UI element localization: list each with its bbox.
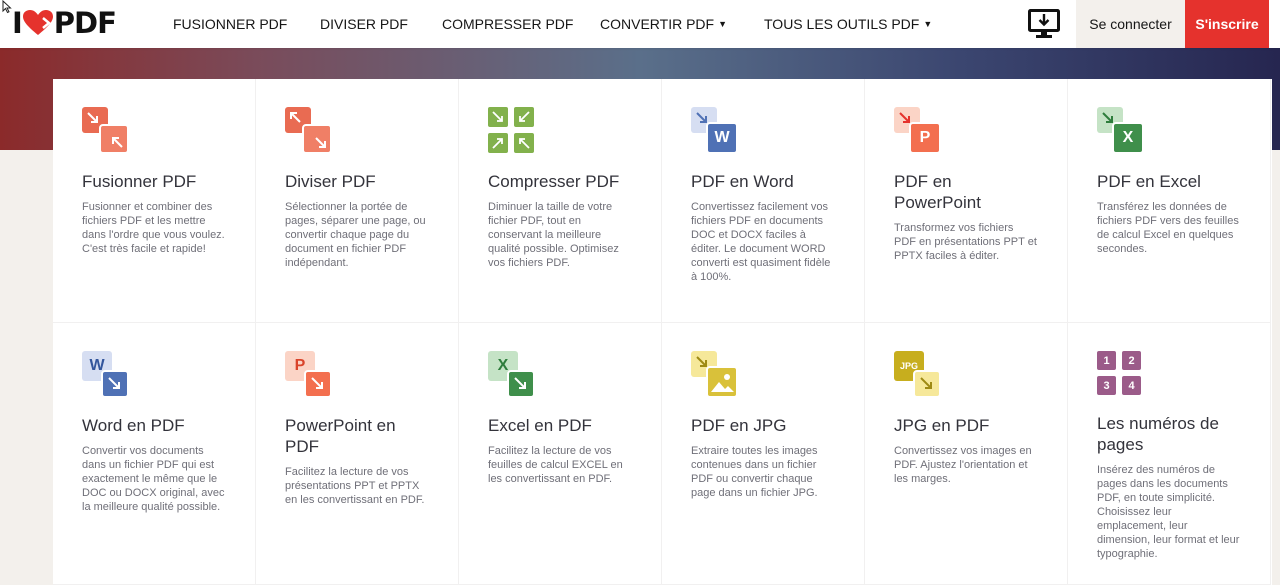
caret-down-icon: ▼ bbox=[923, 19, 933, 29]
logo-word-pdf: PDF bbox=[53, 6, 117, 40]
word-letter: W bbox=[714, 129, 730, 146]
tools-grid: Fusionner PDF Fusionner et combiner des … bbox=[53, 79, 1272, 585]
tool-title: PDF en JPG bbox=[691, 416, 787, 435]
tool-title: Fusionner PDF bbox=[82, 172, 197, 191]
mouse-cursor-icon bbox=[2, 0, 12, 14]
caret-down-icon: ▼ bbox=[718, 19, 728, 29]
nav-split-pdf[interactable]: DIVISER PDF bbox=[320, 0, 408, 48]
jpg-label: JPG bbox=[899, 361, 918, 371]
tool-card-pdf-to-jpg[interactable]: PDF en JPG Extraire toutes les images co… bbox=[662, 323, 865, 585]
tool-description: Sélectionner la portée de pages, séparer… bbox=[285, 201, 426, 269]
tool-title: Les numéros de pages bbox=[1097, 414, 1219, 454]
tool-title: PDF en Word bbox=[691, 172, 794, 191]
tool-title: PDF en PowerPoint bbox=[894, 172, 981, 212]
tool-card-word-to-pdf[interactable]: W Word en PDF Convertir vos documents da… bbox=[53, 323, 256, 585]
tool-card-split-pdf[interactable]: Diviser PDF Sélectionner la portée de pa… bbox=[256, 79, 459, 323]
digit-box: 3 bbox=[1097, 376, 1116, 395]
top-navigation-bar: I PDF FUSIONNER PDF DIVISER PDF COMPRESS… bbox=[0, 0, 1280, 48]
pdf-to-word-icon: W bbox=[691, 107, 738, 154]
jpg-to-pdf-icon: JPG bbox=[894, 351, 941, 398]
heart-icon bbox=[22, 10, 53, 35]
pdf-to-powerpoint-icon: P bbox=[894, 107, 941, 154]
pdf-to-jpg-icon bbox=[691, 351, 738, 398]
digit-box: 2 bbox=[1122, 351, 1141, 370]
tool-card-powerpoint-to-pdf[interactable]: P PowerPoint en PDF Facilitez la lecture… bbox=[256, 323, 459, 585]
split-icon bbox=[285, 107, 332, 154]
excel-letter: X bbox=[1122, 129, 1134, 146]
compress-icon bbox=[488, 107, 534, 153]
digit-box: 4 bbox=[1122, 376, 1141, 395]
nav-compress-pdf[interactable]: COMPRESSER PDF bbox=[442, 0, 573, 48]
ilovepdf-logo[interactable]: I PDF bbox=[12, 6, 117, 40]
nav-all-tools-dropdown[interactable]: TOUS LES OUTILS PDF ▼ bbox=[764, 0, 932, 48]
tool-description: Fusionner et combiner des fichiers PDF e… bbox=[82, 201, 225, 255]
tool-title: PowerPoint en PDF bbox=[285, 416, 396, 456]
tool-card-jpg-to-pdf[interactable]: JPG JPG en PDF Convertissez vos images e… bbox=[865, 323, 1068, 585]
tool-title: Word en PDF bbox=[82, 416, 185, 435]
tool-card-pdf-to-excel[interactable]: X PDF en Excel Transférez les données de… bbox=[1068, 79, 1271, 323]
tool-description: Facilitez la lecture de vos présentation… bbox=[285, 466, 425, 506]
powerpoint-to-pdf-icon: P bbox=[285, 351, 332, 398]
page-numbers-icon: 1 2 3 4 bbox=[1097, 351, 1141, 395]
digit-box: 1 bbox=[1097, 351, 1116, 370]
signup-button[interactable]: S'inscrire bbox=[1185, 0, 1269, 48]
tool-description: Transférez les données de fichiers PDF v… bbox=[1097, 201, 1239, 255]
tool-card-excel-to-pdf[interactable]: X Excel en PDF Facilitez la lecture de v… bbox=[459, 323, 662, 585]
merge-icon bbox=[82, 107, 129, 154]
tool-card-merge-pdf[interactable]: Fusionner PDF Fusionner et combiner des … bbox=[53, 79, 256, 323]
desktop-app-download-icon[interactable] bbox=[1028, 9, 1060, 44]
tool-description: Convertir vos documents dans un fichier … bbox=[82, 445, 225, 513]
tool-card-compress-pdf[interactable]: Compresser PDF Diminuer la taille de vot… bbox=[459, 79, 662, 323]
tool-card-page-numbers[interactable]: 1 2 3 4 Les numéros de pages Insérez des… bbox=[1068, 323, 1271, 585]
nav-convert-pdf-dropdown[interactable]: CONVERTIR PDF ▼ bbox=[600, 0, 727, 48]
pdf-to-excel-icon: X bbox=[1097, 107, 1144, 154]
tool-description: Convertissez facilement vos fichiers PDF… bbox=[691, 201, 831, 283]
tool-title: JPG en PDF bbox=[894, 416, 990, 435]
tool-description: Transformez vos fichiers PDF en présenta… bbox=[894, 222, 1037, 262]
tool-title: Compresser PDF bbox=[488, 172, 620, 191]
powerpoint-letter: P bbox=[294, 357, 306, 374]
tool-description: Facilitez la lecture de vos feuilles de … bbox=[488, 445, 623, 485]
excel-to-pdf-icon: X bbox=[488, 351, 535, 398]
word-to-pdf-icon: W bbox=[82, 351, 129, 398]
tool-title: Excel en PDF bbox=[488, 416, 592, 435]
tool-description: Diminuer la taille de votre fichier PDF,… bbox=[488, 201, 619, 269]
excel-letter: X bbox=[497, 357, 509, 374]
tool-card-pdf-to-powerpoint[interactable]: P PDF en PowerPoint Transformez vos fich… bbox=[865, 79, 1068, 323]
tool-card-pdf-to-word[interactable]: W PDF en Word Convertissez facilement vo… bbox=[662, 79, 865, 323]
word-letter: W bbox=[89, 357, 105, 374]
login-button[interactable]: Se connecter bbox=[1076, 0, 1185, 48]
tool-description: Convertissez vos images en PDF. Ajustez … bbox=[894, 445, 1032, 485]
tool-title: PDF en Excel bbox=[1097, 172, 1201, 191]
tool-description: Insérez des numéros de pages dans les do… bbox=[1097, 464, 1240, 560]
tool-title: Diviser PDF bbox=[285, 172, 376, 191]
nav-merge-pdf[interactable]: FUSIONNER PDF bbox=[173, 0, 287, 48]
tool-description: Extraire toutes les images contenues dan… bbox=[691, 445, 818, 499]
powerpoint-letter: P bbox=[919, 129, 931, 146]
